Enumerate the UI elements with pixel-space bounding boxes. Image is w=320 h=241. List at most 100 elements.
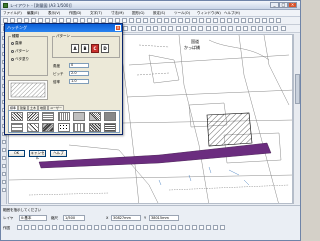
toolbar-button-29[interactable] (199, 18, 204, 23)
status-tool-button-1[interactable] (17, 225, 22, 230)
draw-tool-button-35[interactable] (258, 26, 263, 31)
toolbar-button-24[interactable] (164, 18, 169, 23)
toolbar-button-37[interactable] (255, 18, 260, 23)
status-tool-button-10[interactable] (80, 225, 85, 230)
type-option-line[interactable]: 直線 (11, 41, 22, 46)
minimize-button[interactable]: _ (270, 2, 279, 8)
status-tool-button-9[interactable] (73, 225, 78, 230)
draw-tool-button-29[interactable] (213, 26, 218, 31)
toolbar-button-28[interactable] (192, 18, 197, 23)
pattern-swatch[interactable] (26, 112, 39, 121)
menu-edit[interactable]: 編集(E) (27, 11, 39, 16)
draw-tool-button-38[interactable] (280, 26, 286, 31)
cancel-button[interactable]: キャンセル (29, 150, 46, 160)
draw-tool-button-32[interactable] (235, 26, 241, 31)
status-tool-button-23[interactable] (171, 225, 176, 230)
draw-tool-button-33[interactable] (243, 26, 248, 31)
status-tool-button-21[interactable] (157, 225, 162, 230)
draw-tool-button-31[interactable] (228, 26, 233, 31)
menu-tools[interactable]: ツール(O) (174, 11, 190, 16)
pattern-button-c[interactable]: C (91, 44, 99, 53)
status-tool-button-11[interactable] (87, 225, 92, 230)
toolbar-button-36[interactable] (248, 18, 253, 23)
pattern-swatch[interactable] (104, 112, 116, 121)
side-tool-button-15[interactable] (2, 148, 6, 152)
type-option-pattern[interactable]: パターン (11, 49, 29, 54)
status-tool-button-18[interactable] (136, 225, 141, 230)
pattern-swatch[interactable] (88, 112, 101, 121)
status-tool-button-13[interactable] (101, 225, 106, 230)
pattern-swatch[interactable] (73, 112, 85, 121)
status-tool-button-22[interactable] (164, 225, 169, 230)
toolbar-button-21[interactable] (143, 18, 148, 23)
menu-shape[interactable]: 図形(G) (132, 11, 144, 16)
scale-factor-input[interactable]: 1.0 (69, 79, 89, 84)
draw-tool-button-34[interactable] (250, 26, 256, 31)
pattern-swatch[interactable] (26, 123, 39, 132)
toolbar-button-31[interactable] (213, 18, 218, 23)
draw-tool-button-30[interactable] (220, 26, 226, 31)
toolbar-button-25[interactable] (171, 18, 176, 23)
type-option-fill[interactable]: ベタ塗り (11, 57, 29, 62)
status-tool-button-26[interactable] (192, 225, 197, 230)
status-tool-button-25[interactable] (185, 225, 190, 230)
dialog-close-button[interactable]: × (115, 25, 121, 31)
status-tool-button-4[interactable] (38, 225, 43, 230)
status-tool-button-16[interactable] (122, 225, 127, 230)
draw-tool-button-26[interactable] (190, 26, 196, 31)
toolbar-button-22[interactable] (150, 18, 155, 23)
status-tool-button-2[interactable] (24, 225, 29, 230)
pattern-swatch[interactable] (11, 112, 23, 121)
maximize-button[interactable]: □ (279, 2, 288, 8)
draw-tool-button-24[interactable] (175, 26, 181, 31)
side-tool-button-18[interactable] (2, 172, 6, 176)
scale-field[interactable]: 1/500 (63, 215, 85, 221)
menu-file[interactable]: ファイル(F) (3, 11, 22, 16)
toolbar-button-27[interactable] (185, 18, 190, 23)
menu-view[interactable]: 表示(V) (48, 11, 60, 16)
menu-window[interactable]: ウィンドウ(W) (197, 11, 221, 16)
side-tool-button-14[interactable] (2, 140, 6, 144)
status-tool-button-3[interactable] (31, 225, 36, 230)
status-tool-button-24[interactable] (178, 225, 183, 230)
pattern-button-a[interactable]: A (71, 44, 79, 53)
menu-text[interactable]: 文字(T) (90, 11, 102, 16)
layer-field[interactable]: 0:基本 (19, 215, 47, 221)
close-button[interactable]: × (288, 2, 297, 8)
toolbar-button-23[interactable] (157, 18, 162, 23)
toolbar-button-38[interactable] (262, 18, 267, 23)
pattern-swatch[interactable] (42, 112, 54, 121)
ok-button[interactable]: OK (8, 150, 25, 157)
pattern-swatch[interactable] (57, 112, 70, 121)
draw-tool-button-36[interactable] (265, 26, 271, 31)
pitch-input[interactable]: 2.0 (69, 71, 89, 76)
pattern-button-d[interactable]: D (101, 44, 109, 53)
draw-tool-button-37[interactable] (273, 26, 278, 31)
menu-dimension[interactable]: 寸法(M) (111, 11, 124, 16)
toolbar-button-20[interactable] (136, 18, 141, 23)
side-tool-button-17[interactable] (2, 164, 6, 168)
toolbar-button-19[interactable] (129, 18, 134, 23)
menu-help[interactable]: ヘルプ(H) (224, 11, 240, 16)
pattern-button-b[interactable]: B (81, 44, 89, 53)
draw-tool-button-23[interactable] (168, 26, 173, 31)
vertical-scrollbar[interactable] (293, 34, 300, 204)
status-tool-button-6[interactable] (52, 225, 57, 230)
menu-settings[interactable]: 設定(S) (153, 11, 165, 16)
pattern-swatch[interactable] (11, 123, 23, 132)
status-tool-button-5[interactable] (45, 225, 50, 230)
draw-tool-button-27[interactable] (198, 26, 203, 31)
pattern-swatch[interactable] (57, 123, 70, 132)
draw-tool-button-25[interactable] (183, 26, 188, 31)
status-tool-button-30[interactable] (220, 225, 225, 230)
status-tool-button-12[interactable] (94, 225, 99, 230)
scroll-thumb[interactable] (295, 74, 300, 104)
toolbar-button-40[interactable] (276, 18, 281, 23)
draw-tool-button-22[interactable] (160, 26, 166, 31)
status-tool-button-19[interactable] (143, 225, 148, 230)
toolbar-button-34[interactable] (234, 18, 239, 23)
help-button[interactable]: ヘルプ (50, 150, 67, 157)
draw-tool-button-17[interactable] (123, 26, 128, 31)
status-tool-button-17[interactable] (129, 225, 134, 230)
toolbar-button-30[interactable] (206, 18, 211, 23)
